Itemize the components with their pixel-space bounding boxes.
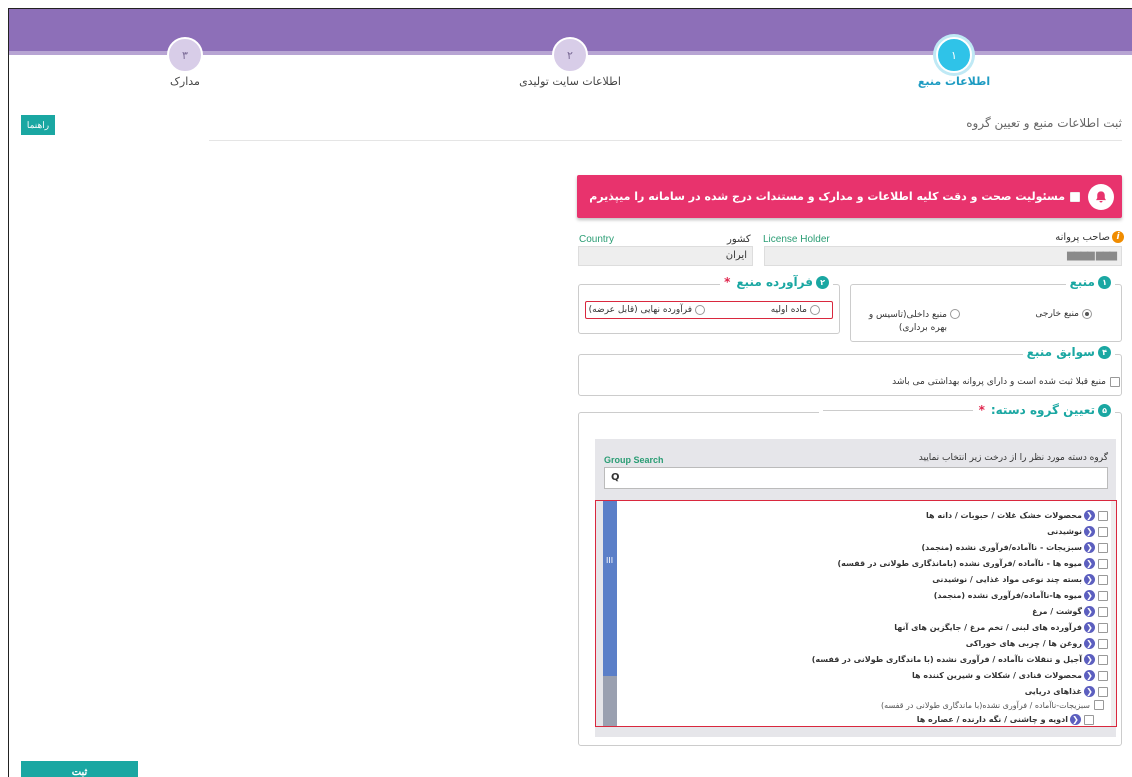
- chevron-left-icon[interactable]: ❮: [1084, 686, 1095, 697]
- chevron-left-icon[interactable]: ❮: [1084, 574, 1095, 585]
- country-field[interactable]: ایران: [578, 246, 753, 266]
- bell-icon: [1088, 183, 1114, 210]
- tree-item[interactable]: ❮ محصولات خشک غلات / حبوبات / دانه ها: [926, 510, 1108, 521]
- history-box: ۴ سوابق منبع: [578, 345, 1122, 396]
- tree-checkbox[interactable]: [1098, 510, 1108, 521]
- step-number-badge: ۴: [1098, 345, 1111, 359]
- tree-gutter-right: [1111, 501, 1116, 726]
- chevron-left-icon[interactable]: ❮: [1084, 654, 1095, 665]
- chevron-left-icon[interactable]: ❮: [1084, 558, 1095, 569]
- tree-checkbox[interactable]: [1098, 638, 1108, 649]
- tree-checkbox[interactable]: [1098, 590, 1108, 601]
- radio-unselected[interactable]: [950, 309, 960, 319]
- tree-checkbox[interactable]: [1098, 670, 1108, 681]
- heading-rule: [822, 409, 973, 411]
- tree-checkbox[interactable]: [1098, 542, 1108, 553]
- tree-item[interactable]: ❮ بسته چند نوعی مواد غذایی / نوشیدنی: [932, 574, 1108, 585]
- tree-item[interactable]: ❮ میوه ها - ناآماده /فرآوری نشده (بامانذگ…: [837, 558, 1108, 569]
- tree-checkbox[interactable]: [1098, 606, 1108, 617]
- step-number-badge: ۵: [1098, 403, 1111, 417]
- app-frame: ۳ مدارک ۲ اطلاعات سایت تولیدی ۱ اطلاعات …: [8, 8, 1132, 777]
- page-title: ثبت اطلاعات منبع و تعیین گروه: [966, 116, 1122, 130]
- tree-item[interactable]: ❮ آجیل و تنقلات ناآماده / فرآوری نشده (با…: [812, 654, 1108, 665]
- step-3-circle[interactable]: ۳: [167, 37, 203, 73]
- group-instruction: گروه دسته مورد نظر را از درخت زیر انتخاب…: [918, 453, 1108, 463]
- scroll-grip-icon: III: [606, 556, 614, 565]
- tree-item[interactable]: ❮ محصولات قنادی / شکلات و شیرین کننده ها: [912, 670, 1108, 681]
- responsibility-checkbox[interactable]: [1070, 191, 1080, 202]
- responsibility-alert: مسئولیت صحت و دقت کلیه اطلاعات و مدارک و…: [577, 175, 1122, 218]
- chevron-left-icon[interactable]: ❮: [1084, 622, 1095, 633]
- tree-item[interactable]: ❮ نوشیدنی: [1047, 526, 1108, 537]
- guide-button[interactable]: راهنما: [21, 115, 55, 135]
- required-mark: *: [724, 275, 731, 289]
- chevron-left-icon[interactable]: ❮: [1070, 714, 1081, 725]
- chevron-left-icon[interactable]: ❮: [1084, 526, 1095, 537]
- license-holder-field[interactable]: ▆▆▆ ▆▆▆▆: [764, 246, 1122, 266]
- group-tree[interactable]: III ❮ محصولات خشک غلات / حبوبات / دانه ها…: [595, 500, 1117, 727]
- info-icon[interactable]: i: [1112, 231, 1124, 243]
- chevron-left-icon[interactable]: ❮: [1084, 638, 1095, 649]
- tree-item[interactable]: ❮ گوشت / مرغ: [1032, 606, 1108, 617]
- radio-unselected[interactable]: [695, 305, 705, 315]
- tree-checkbox[interactable]: [1098, 622, 1108, 633]
- product-option-final[interactable]: فرآورده نهایی (قابل عرضه): [589, 305, 705, 315]
- country-label: کشور: [727, 234, 751, 245]
- source-option-internal[interactable]: منبع داخلی(تاسیس و بهره برداری): [856, 309, 960, 335]
- step-number-badge: ۱: [1098, 275, 1111, 289]
- tree-sub-item[interactable]: سبزیجات-ناآماده / فرآوری نشده(با ماندگار…: [881, 700, 1104, 710]
- chevron-left-icon[interactable]: ❮: [1084, 606, 1095, 617]
- step-1-circle[interactable]: ۱: [936, 37, 972, 73]
- tree-item[interactable]: ❮ غذاهای دریایی: [1025, 686, 1108, 697]
- step-1-label[interactable]: اطلاعات منبع: [874, 75, 1034, 88]
- country-label-en: Country: [579, 234, 615, 245]
- tree-scrollbar-track[interactable]: [603, 676, 617, 726]
- tree-item[interactable]: ❮ روغن ها / چربی های خوراکی: [966, 638, 1108, 649]
- source-box-heading: ۱ منبع: [1065, 275, 1115, 289]
- step-3-label[interactable]: مدارک: [105, 75, 265, 88]
- chevron-left-icon[interactable]: ❮: [1084, 590, 1095, 601]
- source-option-external[interactable]: منبع خارجی: [1035, 309, 1092, 319]
- alert-text: مسئولیت صحت و دقت کلیه اطلاعات و مدارک و…: [589, 190, 1065, 203]
- product-option-raw[interactable]: ماده اولیه: [771, 305, 820, 315]
- history-checkbox[interactable]: [1110, 377, 1120, 387]
- tree-checkbox[interactable]: [1098, 654, 1108, 665]
- chevron-left-icon[interactable]: ❮: [1084, 542, 1095, 553]
- submit-button[interactable]: ثبت: [21, 761, 138, 777]
- tree-checkbox[interactable]: [1098, 526, 1108, 537]
- chevron-left-icon[interactable]: ❮: [1084, 510, 1095, 521]
- tree-item[interactable]: ❮ فرآورده های لبنی / تخم مرغ / جایگزین ها…: [894, 622, 1108, 633]
- group-box-heading: ۵ تعیین گروه دسته: *: [818, 403, 1115, 417]
- tree-gutter: [596, 501, 603, 726]
- step-2-circle[interactable]: ۲: [552, 37, 588, 73]
- radio-unselected[interactable]: [810, 305, 820, 315]
- title-divider: [209, 140, 1122, 141]
- group-search-label: Group Search: [604, 455, 664, 465]
- search-icon: Q: [611, 472, 620, 483]
- tree-item[interactable]: ❮ میوه ها-ناآماده/فرآوری نشده (منجمد): [934, 590, 1108, 601]
- step-2-label[interactable]: اطلاعات سایت تولیدی: [490, 75, 650, 88]
- tree-item[interactable]: ❮ سبزیجات - ناآماده/فرآوری نشده (منجمد): [922, 542, 1108, 553]
- history-box-heading: ۴ سوابق منبع: [1022, 345, 1115, 359]
- tree-checkbox[interactable]: [1098, 558, 1108, 569]
- license-holder-label: iصاحب پروانه: [1055, 231, 1124, 243]
- tree-sub-sub-item[interactable]: ❮ ادویه و چاشنی / نگه دارنده / عصاره ها: [917, 714, 1094, 725]
- tree-checkbox[interactable]: [1094, 700, 1104, 710]
- radio-selected[interactable]: [1082, 309, 1092, 319]
- license-holder-label-en: License Holder: [763, 234, 830, 245]
- history-checkbox-row[interactable]: منبع قبلا ثبت شده است و دارای پروانه بهد…: [892, 377, 1120, 387]
- tree-checkbox[interactable]: [1084, 714, 1094, 725]
- chevron-left-icon[interactable]: ❮: [1084, 670, 1095, 681]
- product-box-heading: ۲ فرآورده منبع *: [720, 275, 833, 289]
- step-number-badge: ۲: [816, 275, 829, 289]
- required-mark: *: [978, 403, 985, 417]
- group-search-input[interactable]: Q: [604, 467, 1108, 489]
- tree-checkbox[interactable]: [1098, 574, 1108, 585]
- tree-checkbox[interactable]: [1098, 686, 1108, 697]
